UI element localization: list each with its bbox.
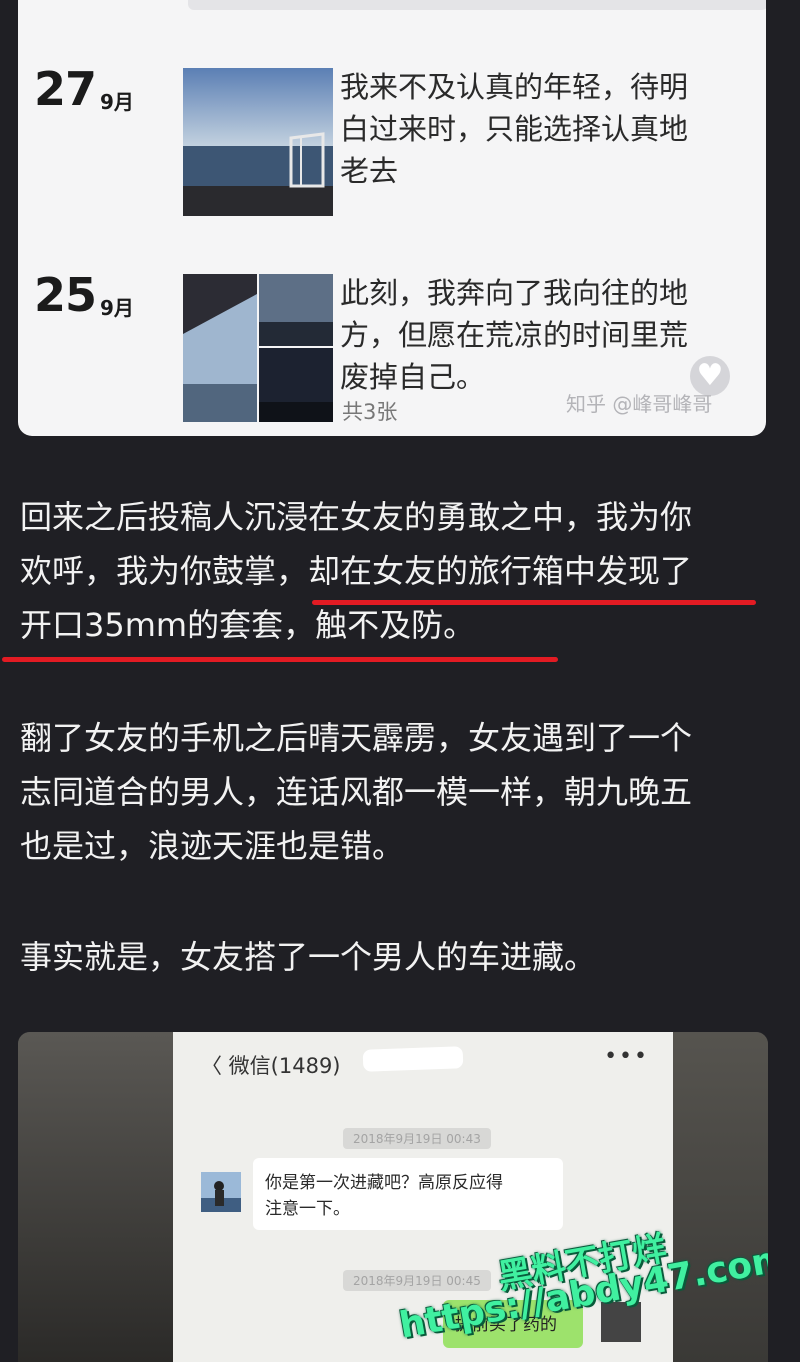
article-paragraph: 回来之后投稿人沉浸在女友的勇敢之中，我为你 欢呼，我为你鼓掌，却在女友的旅行箱中… <box>20 498 693 644</box>
chat-back-button[interactable]: 〈 微信(1489) <box>201 1050 341 1080</box>
post-day: 25 <box>34 268 97 322</box>
highlight-underline <box>2 657 558 662</box>
redacted-name <box>362 1046 464 1072</box>
post-text: 我来不及认真的年轻，待明 白过来时，只能选择认真地 老去 <box>340 70 689 188</box>
chat-screenshot-photo[interactable]: 〈 微信(1489) ••• 2018年9月19日 00:43 你是第一次进藏吧… <box>18 1032 768 1362</box>
previous-post-edge <box>188 0 766 10</box>
photo-background <box>673 1032 768 1362</box>
highlight-underline <box>312 600 756 605</box>
photo-background <box>18 1032 173 1362</box>
incoming-message: 你是第一次进藏吧？高原反应得 注意一下。 <box>253 1158 563 1230</box>
photo-count: 共3张 <box>342 400 398 424</box>
contact-avatar[interactable] <box>201 1172 241 1212</box>
post-month: 9月 <box>100 90 134 114</box>
article-paragraph: 翻了女友的手机之后晴天霹雳，女友遇到了一个 志同道合的男人，连话风都一模一样，朝… <box>20 719 693 865</box>
more-icon[interactable]: ••• <box>604 1044 649 1069</box>
post-photo[interactable] <box>183 68 333 216</box>
post-text: 此刻，我奔向了我向往的地 方，但愿在荒凉的时间里荒 废掉自己。 <box>340 276 689 394</box>
chat-timestamp: 2018年9月19日 00:45 <box>343 1270 491 1291</box>
article-paragraph: 事实就是，女友搭了一个男人的车进藏。 <box>20 938 597 976</box>
post-month: 9月 <box>100 296 134 320</box>
zhihu-watermark: 知乎 @峰哥峰哥 <box>566 392 713 416</box>
moments-card: 27 9月 我来不及认真的年轻，待明 白过来时，只能选择认真地 老去 25 9月 <box>18 0 766 436</box>
post-photo-grid[interactable] <box>183 274 333 422</box>
post-day: 27 <box>34 62 97 116</box>
chat-timestamp: 2018年9月19日 00:43 <box>343 1128 491 1149</box>
